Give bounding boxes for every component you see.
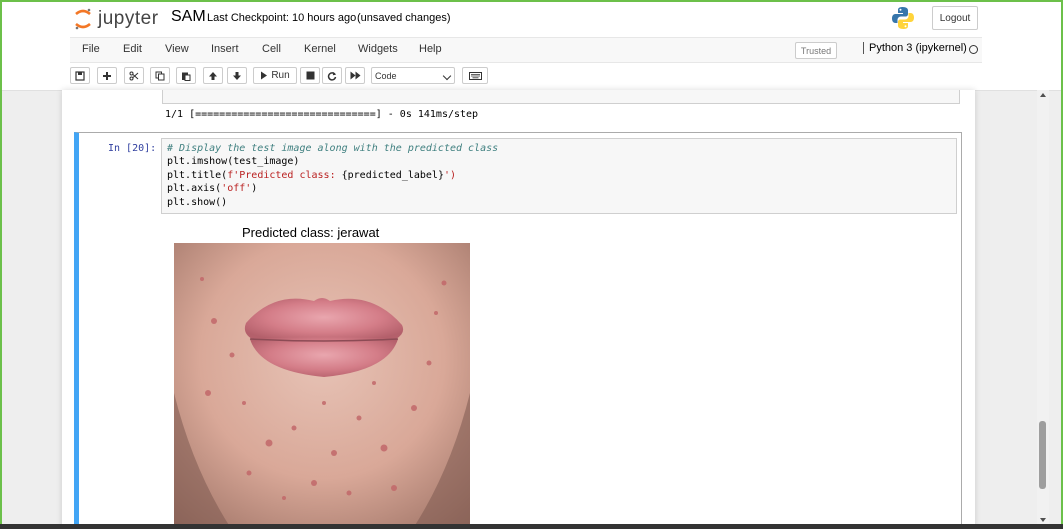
logout-button[interactable]: Logout [932, 6, 978, 30]
code-token-string: ') [443, 170, 457, 181]
cut-button[interactable] [124, 67, 144, 84]
fast-forward-icon [350, 71, 360, 80]
command-palette-button[interactable] [462, 67, 488, 84]
paste-button[interactable] [176, 67, 196, 84]
code-line-imshow: plt.imshow(test_image) [167, 156, 300, 167]
cell-type-select[interactable]: Code [371, 67, 455, 84]
kernel-name[interactable]: Python 3 (ipykernel) [863, 42, 967, 54]
cut-icon [129, 71, 139, 80]
plus-icon [103, 71, 111, 80]
code-token: plt.title( [167, 170, 228, 181]
copy-button[interactable] [150, 67, 170, 84]
arrow-down-icon [233, 71, 241, 80]
notebook-name[interactable]: SAM [171, 8, 206, 26]
previous-cell-output: 1/1 [==============================] - 0… [165, 109, 479, 120]
move-down-button[interactable] [227, 67, 247, 84]
trusted-badge[interactable]: Trusted [795, 42, 837, 59]
notebook-header: jupyter SAM Last Checkpoint: 10 hours ag… [2, 2, 1061, 91]
notebook-page: 1/1 [==============================] - 0… [62, 90, 975, 529]
code-line-title: plt.title(f'Predicted class: {predicted_… [167, 170, 456, 181]
run-button[interactable]: Run [253, 67, 297, 84]
scrollbar-thumb[interactable] [1039, 421, 1046, 489]
menu-edit[interactable]: Edit [123, 43, 142, 55]
scroll-down-icon[interactable] [1040, 518, 1046, 522]
code-line-comment: # Display the test image along with the … [167, 143, 499, 154]
paste-icon [182, 72, 191, 81]
interrupt-button[interactable] [300, 67, 320, 84]
code-token-string: 'off' [221, 183, 252, 194]
restart-button[interactable] [322, 67, 342, 84]
save-status: (unsaved changes) [357, 12, 451, 24]
insert-cell-button[interactable] [97, 67, 117, 84]
taskbar-edge [0, 524, 1063, 529]
python-logo-icon [891, 6, 915, 30]
save-icon [75, 70, 85, 81]
jupyter-logo-text: jupyter [98, 8, 159, 29]
chevron-down-icon [442, 71, 452, 81]
menu-cell[interactable]: Cell [262, 43, 281, 55]
menu-insert[interactable]: Insert [211, 43, 239, 55]
previous-cell-input[interactable] [162, 90, 960, 104]
output-image [174, 243, 470, 529]
move-up-button[interactable] [203, 67, 223, 84]
code-editor[interactable]: # Display the test image along with the … [161, 138, 957, 214]
code-token: {predicted_label} [341, 170, 444, 181]
restart-run-all-button[interactable] [345, 67, 365, 84]
copy-icon [155, 71, 165, 80]
keyboard-icon [468, 71, 482, 80]
run-label: Run [271, 70, 290, 81]
jupyter-logo-icon [74, 8, 92, 30]
cell-type-value: Code [375, 70, 397, 81]
scroll-up-icon[interactable] [1040, 93, 1046, 97]
notebook-toolbar: Run Code [70, 64, 982, 90]
restart-icon [327, 71, 337, 81]
jupyter-logo[interactable]: jupyter [74, 6, 159, 32]
menu-view[interactable]: View [165, 43, 189, 55]
plot-title: Predicted class: jerawat [242, 225, 380, 240]
page-scrollbar[interactable] [1037, 90, 1049, 526]
code-line-axis: plt.axis('off') [167, 183, 257, 194]
menu-bar: File Edit View Insert Cell Kernel Widget… [70, 37, 982, 63]
save-button[interactable] [70, 67, 90, 84]
stop-icon [306, 71, 314, 80]
code-token-string: f'Predicted class: [227, 170, 342, 181]
code-token: ) [251, 183, 258, 194]
code-line-show: plt.show() [167, 197, 228, 208]
kernel-idle-icon [969, 45, 978, 54]
arrow-up-icon [209, 71, 217, 80]
menu-kernel[interactable]: Kernel [304, 43, 336, 55]
menu-file[interactable]: File [82, 43, 100, 55]
run-icon [261, 71, 268, 80]
menu-help[interactable]: Help [419, 43, 442, 55]
menu-widgets[interactable]: Widgets [358, 43, 398, 55]
checkpoint-status: Last Checkpoint: 10 hours ago [207, 12, 357, 24]
code-token: plt.axis( [167, 183, 222, 194]
cell-prompt: In [20]: [108, 143, 157, 154]
